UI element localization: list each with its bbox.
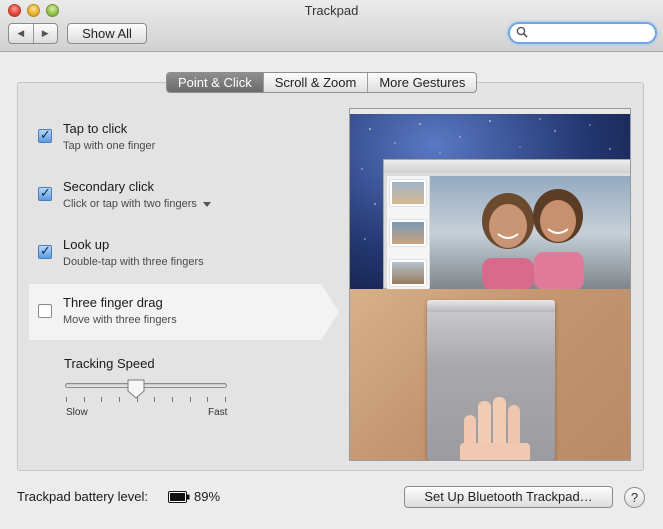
tracking-speed-slider[interactable] [65, 383, 227, 388]
tap-to-click-checkbox[interactable]: ✓ [38, 127, 52, 143]
thumbnail [390, 220, 426, 246]
hand-illustration [460, 397, 530, 460]
tab-scroll-zoom[interactable]: Scroll & Zoom [264, 73, 369, 92]
forward-button[interactable]: ▶ [34, 24, 58, 43]
slider-tick [66, 397, 67, 402]
fast-label: Fast [208, 407, 228, 418]
checkmark-icon: ✓ [40, 243, 51, 258]
mini-menubar [350, 109, 630, 114]
option-tap-to-click[interactable]: ✓ Tap to click Tap with one finger [29, 114, 339, 170]
trackpad-top-edge [427, 300, 555, 312]
checkmark-icon: ✓ [40, 185, 51, 200]
main-photo [430, 176, 630, 290]
battery-level-value: 89% [194, 489, 221, 504]
option-three-finger-drag[interactable]: Three finger drag Move with three finger… [29, 284, 339, 340]
gesture-preview-video [349, 108, 631, 461]
checkmark-icon: ✓ [40, 127, 51, 142]
slider-thumb[interactable] [127, 379, 145, 399]
mini-thumbnails [387, 176, 429, 290]
setup-bluetooth-trackpad-button[interactable]: Set Up Bluetooth Trackpad… [404, 486, 613, 508]
secondary-click-dropdown[interactable]: Click or tap with two fingers [63, 198, 211, 210]
mini-toolbar [384, 160, 630, 173]
slow-label: Slow [66, 407, 88, 418]
battery-level-label: Trackpad battery level: [17, 489, 149, 504]
option-title: Tap to click [63, 121, 128, 136]
option-title: Secondary click [63, 179, 155, 194]
option-title: Three finger drag [63, 295, 163, 310]
tracking-speed-label: Tracking Speed [64, 356, 155, 371]
tab-point-click[interactable]: Point & Click [167, 73, 264, 92]
tab-more-gestures[interactable]: More Gestures [368, 73, 476, 92]
window-title: Trackpad [304, 3, 359, 18]
battery-icon [168, 491, 190, 503]
option-subtitle: Click or tap with two fingers [63, 198, 197, 210]
slider-ticks [66, 397, 226, 403]
mini-photo-app [383, 159, 630, 290]
show-all-button[interactable]: Show All [67, 23, 147, 44]
option-subtitle: Move with three fingers [63, 314, 177, 326]
back-button[interactable]: ◀ [9, 24, 34, 43]
option-look-up[interactable]: ✓ Look up Double-tap with three fingers [29, 230, 339, 286]
slider-tick [119, 397, 120, 402]
slider-tick [154, 397, 155, 402]
option-subtitle: Double-tap with three fingers [63, 256, 204, 268]
slider-tick [225, 397, 226, 402]
slider-tick [207, 397, 208, 402]
slider-tick [84, 397, 85, 402]
back-forward-control: ◀ ▶ [8, 23, 58, 44]
look-up-checkbox[interactable]: ✓ [38, 243, 52, 259]
three-finger-drag-checkbox[interactable] [38, 304, 52, 318]
search-field[interactable] [508, 22, 657, 44]
slider-tick [101, 397, 102, 402]
title-bar: Trackpad ◀ ▶ Show All [0, 0, 663, 52]
dropdown-arrow-icon[interactable] [202, 201, 211, 207]
thumbnail [390, 180, 426, 206]
thumbnail [390, 260, 426, 286]
search-input[interactable] [530, 25, 650, 41]
search-icon [516, 26, 528, 38]
preview-screen [350, 109, 630, 290]
tab-bar: Point & Click Scroll & Zoom More Gesture… [166, 72, 478, 93]
option-subtitle: Tap with one finger [63, 140, 156, 152]
slider-tick [172, 397, 173, 402]
option-secondary-click[interactable]: ✓ Secondary click Click or tap with two … [29, 172, 339, 228]
slider-tick [190, 397, 191, 402]
photo-subjects [430, 176, 630, 290]
slider-tick [137, 397, 138, 402]
help-button[interactable]: ? [624, 487, 645, 508]
secondary-click-checkbox[interactable]: ✓ [38, 185, 52, 201]
option-title: Look up [63, 237, 110, 252]
